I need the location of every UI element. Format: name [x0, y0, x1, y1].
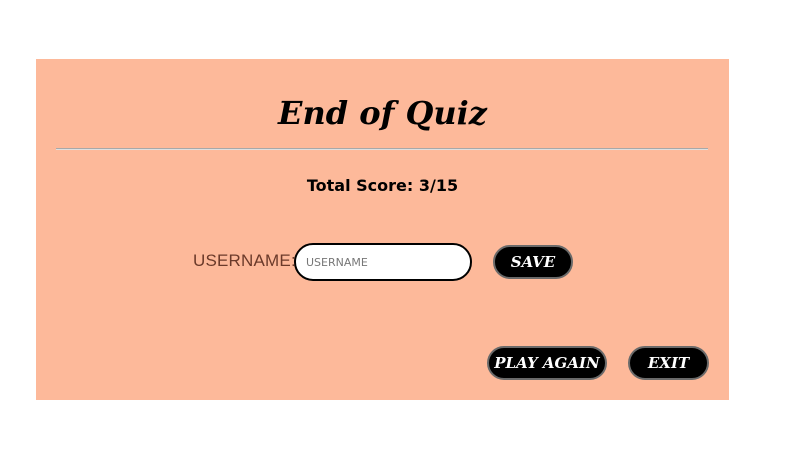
play-again-button[interactable]: PLAY AGAIN — [487, 346, 607, 380]
username-input[interactable] — [294, 243, 472, 281]
exit-button[interactable]: EXIT — [628, 346, 709, 380]
save-button[interactable]: SAVE — [493, 245, 573, 279]
title-divider — [56, 148, 708, 150]
username-label: USERNAME: — [193, 251, 296, 270]
total-score: Total Score: 3/15 — [306, 176, 459, 195]
page-title: End of Quiz — [278, 94, 487, 132]
end-of-quiz-panel: End of Quiz Total Score: 3/15 USERNAME: … — [36, 59, 729, 400]
